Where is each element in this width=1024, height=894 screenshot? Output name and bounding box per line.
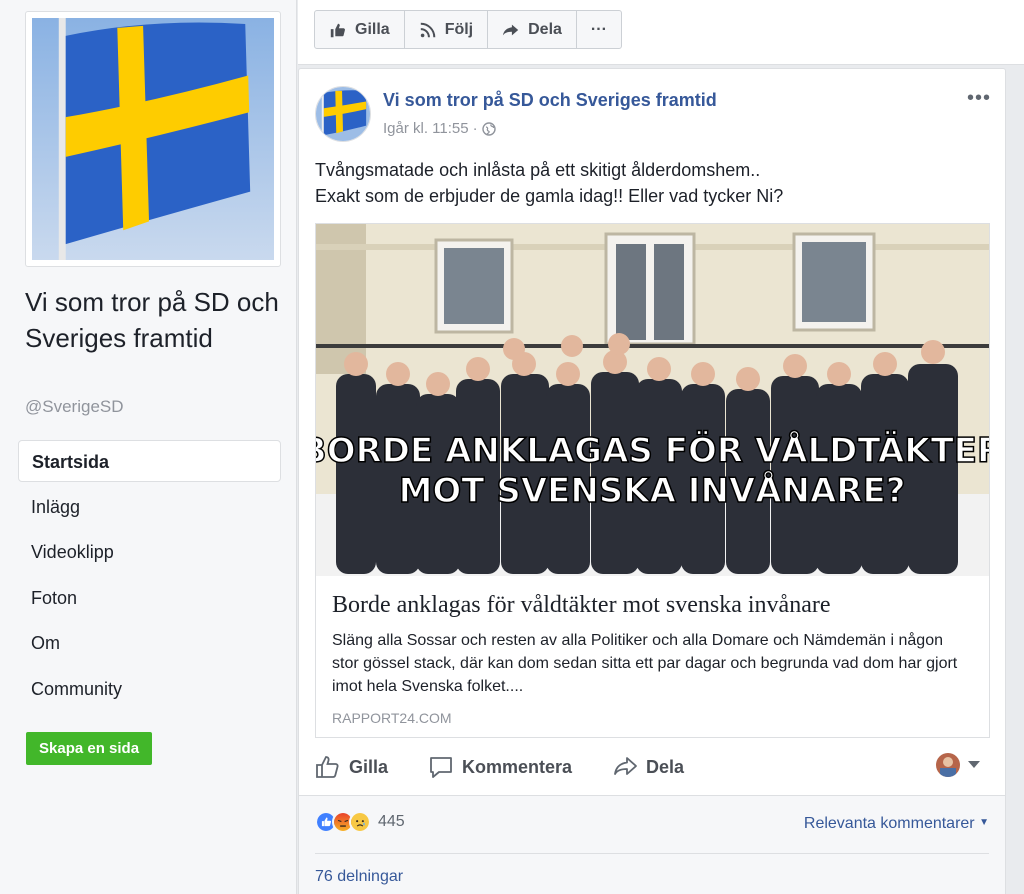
post-as-selector[interactable] xyxy=(936,753,980,777)
create-page-button[interactable]: Skapa en sida xyxy=(26,732,153,765)
left-column: Vi som tror på SD och Sveriges framtid @… xyxy=(0,0,297,894)
more-dots-icon: ··· xyxy=(590,20,607,38)
follow-page-button[interactable]: Följ xyxy=(405,11,489,48)
link-title[interactable]: Borde anklagas för våldtäkter mot svensk… xyxy=(332,592,973,619)
swedish-flag-image xyxy=(32,18,274,260)
page-title: Vi som tror på SD och Sveriges framtid xyxy=(25,287,279,353)
post-author-link[interactable]: Vi som tror på SD och Sveriges framtid xyxy=(383,90,717,111)
post-footer: 445 Relevanta kommentarer ▼ 76 delningar xyxy=(299,796,1005,894)
nav-item-startsida[interactable]: Startsida xyxy=(18,440,281,482)
post-meta: Igår kl. 11:55 · xyxy=(383,120,496,137)
like-page-button[interactable]: Gilla xyxy=(315,11,405,48)
comment-button[interactable]: Kommentera xyxy=(428,754,572,780)
link-preview[interactable]: BORDE ANKLAGAS FÖR VÅLDTÄKTER MOT SVENSK… xyxy=(315,223,990,738)
globe-icon xyxy=(481,121,496,136)
link-domain: RAPPORT24.COM xyxy=(332,710,452,726)
nav-item-om[interactable]: Om xyxy=(18,622,281,664)
thumbs-up-outline-icon xyxy=(316,756,339,778)
reactions-summary[interactable]: 445 xyxy=(315,811,405,833)
post-card: Vi som tror på SD och Sveriges framtid I… xyxy=(298,68,1006,894)
page-action-group: Gilla Följ Dela ··· xyxy=(314,10,622,49)
post-text-line: Tvångsmatade och inlåsta på ett skitigt … xyxy=(315,160,761,180)
page-handle[interactable]: @SverigeSD xyxy=(25,397,124,417)
post-options-icon[interactable]: ••• xyxy=(967,87,991,110)
caret-down-icon: ▼ xyxy=(979,817,989,828)
thumbs-up-icon xyxy=(330,23,345,37)
link-preview-body: Borde anklagas för våldtäkter mot svensk… xyxy=(316,576,989,736)
page-nav: Startsida Inlägg Videoklipp Foton Om Com… xyxy=(18,440,281,713)
nav-item-foton[interactable]: Foton xyxy=(18,577,281,619)
share-post-button[interactable]: Dela xyxy=(612,754,684,780)
like-post-button[interactable]: Gilla xyxy=(315,754,388,780)
post-text-line: Exakt som de erbjuder de gamla idag!! El… xyxy=(315,186,784,206)
reaction-count: 445 xyxy=(378,813,405,830)
share-page-button[interactable]: Dela xyxy=(488,11,577,48)
caret-down-icon xyxy=(968,761,980,768)
share-arrow-icon xyxy=(503,24,519,35)
share-outline-icon xyxy=(614,757,637,775)
nav-item-community[interactable]: Community xyxy=(18,668,281,710)
like-post-label: Gilla xyxy=(349,756,389,777)
more-options-button[interactable]: ··· xyxy=(577,11,621,48)
comment-bubble-icon xyxy=(430,757,452,778)
like-page-label: Gilla xyxy=(355,20,390,38)
nav-item-inlagg[interactable]: Inlägg xyxy=(18,486,281,528)
share-count-link[interactable]: 76 delningar xyxy=(315,868,403,886)
post-actions: Gilla Kommentera Dela xyxy=(315,749,990,785)
rss-follow-icon xyxy=(420,22,435,37)
comment-label: Kommentera xyxy=(462,756,573,777)
comment-sort-dropdown[interactable]: Relevanta kommentarer ▼ xyxy=(804,815,989,833)
post-author-avatar[interactable] xyxy=(315,86,371,142)
link-preview-image: BORDE ANKLAGAS FÖR VÅLDTÄKTER MOT SVENSK… xyxy=(316,224,989,576)
post-message: Tvångsmatade och inlåsta på ett skitigt … xyxy=(315,157,995,209)
sad-reaction-icon xyxy=(349,811,371,833)
user-avatar xyxy=(936,753,960,777)
post-timestamp[interactable]: Igår kl. 11:55 xyxy=(383,120,469,137)
follow-page-label: Följ xyxy=(444,20,474,38)
image-overlay-text: MOT SVENSKA INVÅNARE? xyxy=(399,470,906,511)
page-action-bar: Gilla Följ Dela ··· xyxy=(298,0,1024,65)
share-post-label: Dela xyxy=(646,756,685,777)
share-page-label: Dela xyxy=(528,20,562,38)
link-description: Släng alla Sossar och resten av alla Pol… xyxy=(332,632,958,695)
image-overlay-text: BORDE ANKLAGAS FÖR VÅLDTÄKTER xyxy=(316,430,989,471)
comment-sort-label: Relevanta kommentarer xyxy=(803,815,975,832)
nav-item-videoklipp[interactable]: Videoklipp xyxy=(18,531,281,573)
footer-divider xyxy=(315,853,989,854)
meta-separator: · xyxy=(472,120,478,137)
swedish-flag-avatar xyxy=(316,87,370,141)
profile-picture[interactable] xyxy=(25,11,281,267)
